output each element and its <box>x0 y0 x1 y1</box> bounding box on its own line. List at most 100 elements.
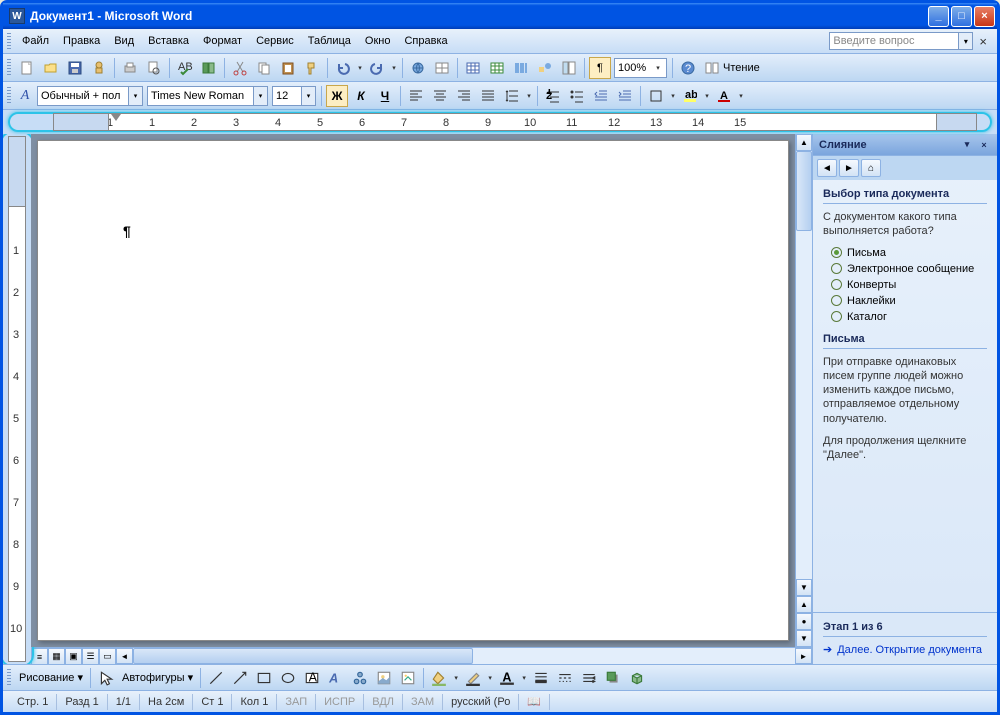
line-color-button[interactable] <box>462 667 484 689</box>
increase-indent-button[interactable] <box>614 85 636 107</box>
text-color-button[interactable]: A <box>496 667 518 689</box>
autoshapes-menu[interactable]: Автофигуры ▾ <box>118 671 197 684</box>
taskpane-close-icon[interactable]: × <box>977 138 991 152</box>
drawing-toolbar-button[interactable] <box>534 57 556 79</box>
oval-button[interactable] <box>277 667 299 689</box>
redo-button[interactable] <box>366 57 388 79</box>
arrow-style-button[interactable] <box>578 667 600 689</box>
shadow-button[interactable] <box>602 667 624 689</box>
format-painter-button[interactable] <box>301 57 323 79</box>
show-formatting-button[interactable]: ¶ <box>589 57 611 79</box>
menu-view[interactable]: Вид <box>107 32 141 50</box>
scroll-left-button[interactable]: ◄ <box>116 648 133 664</box>
help-button[interactable]: ? <box>677 57 699 79</box>
menubar-close-icon[interactable]: × <box>973 34 993 49</box>
paste-button[interactable] <box>277 57 299 79</box>
style-combo[interactable]: ▾ <box>37 86 143 106</box>
wordart-button[interactable]: A <box>325 667 347 689</box>
hscroll-thumb[interactable] <box>133 648 473 664</box>
status-ext[interactable]: ВДЛ <box>364 694 403 710</box>
highlight-dropdown[interactable]: ▾ <box>702 92 712 100</box>
line-color-dropdown[interactable]: ▾ <box>485 674 495 682</box>
size-combo[interactable]: ▾ <box>272 86 316 106</box>
status-rec[interactable]: ЗАП <box>277 694 316 710</box>
drawing-menu[interactable]: Рисование ▾ <box>15 671 87 684</box>
line-spacing-dropdown[interactable]: ▾ <box>524 92 534 100</box>
vertical-ruler[interactable]: 12345678910 <box>8 136 26 662</box>
outline-view-button[interactable]: ☰ <box>82 648 99 664</box>
italic-button[interactable]: К <box>350 85 372 107</box>
option-letters[interactable]: Письма <box>831 247 987 259</box>
option-catalog[interactable]: Каталог <box>831 311 987 323</box>
3d-button[interactable] <box>626 667 648 689</box>
styles-pane-icon[interactable]: A <box>15 86 35 106</box>
clipart-button[interactable] <box>373 667 395 689</box>
status-trk[interactable]: ИСПР <box>316 694 364 710</box>
document-page[interactable]: ¶ <box>37 140 789 641</box>
print-button[interactable] <box>119 57 141 79</box>
menu-edit[interactable]: Правка <box>56 32 107 50</box>
font-color-button[interactable]: A <box>713 85 735 107</box>
font-combo[interactable]: ▾ <box>147 86 268 106</box>
menu-help[interactable]: Справка <box>397 32 454 50</box>
highlight-button[interactable]: ab <box>679 85 701 107</box>
status-language[interactable]: русский (Ро <box>443 694 519 710</box>
fill-color-button[interactable] <box>428 667 450 689</box>
browse-object-button[interactable]: ● <box>796 613 812 630</box>
help-search-input[interactable] <box>829 32 959 50</box>
status-spellcheck-icon[interactable]: 📖 <box>519 694 550 710</box>
browse-prev-button[interactable]: ▲ <box>796 596 812 613</box>
redo-dropdown[interactable]: ▾ <box>389 64 399 72</box>
style-input[interactable] <box>38 87 128 105</box>
borders-button[interactable] <box>645 85 667 107</box>
underline-button[interactable]: Ч <box>374 85 396 107</box>
borders-dropdown[interactable]: ▾ <box>668 92 678 100</box>
columns-button[interactable] <box>510 57 532 79</box>
help-dropdown-icon[interactable]: ▾ <box>959 32 973 50</box>
textbox-button[interactable]: A <box>301 667 323 689</box>
copy-button[interactable] <box>253 57 275 79</box>
align-right-button[interactable] <box>453 85 475 107</box>
reading-view-button[interactable]: ▭ <box>99 648 116 664</box>
spellcheck-button[interactable]: ABC <box>174 57 196 79</box>
undo-button[interactable] <box>332 57 354 79</box>
horizontal-scrollbar[interactable]: ◄ ► <box>116 648 812 664</box>
undo-dropdown[interactable]: ▾ <box>355 64 365 72</box>
menu-format[interactable]: Формат <box>196 32 249 50</box>
scroll-down-button[interactable]: ▼ <box>796 579 812 596</box>
zoom-combo[interactable]: ▾ <box>614 58 667 78</box>
scroll-right-button[interactable]: ► <box>795 648 812 664</box>
nav-forward-button[interactable]: ► <box>839 159 859 177</box>
print-preview-button[interactable] <box>143 57 165 79</box>
nav-home-button[interactable]: ⌂ <box>861 159 881 177</box>
maximize-button[interactable]: □ <box>951 6 972 27</box>
bullets-button[interactable] <box>566 85 588 107</box>
document-map-button[interactable] <box>558 57 580 79</box>
insert-table-button[interactable] <box>462 57 484 79</box>
align-justify-button[interactable] <box>477 85 499 107</box>
nav-back-button[interactable]: ◄ <box>817 159 837 177</box>
permissions-button[interactable] <box>88 57 110 79</box>
save-button[interactable] <box>64 57 86 79</box>
insert-picture-button[interactable] <box>397 667 419 689</box>
fill-color-dropdown[interactable]: ▾ <box>451 674 461 682</box>
menu-tools[interactable]: Сервис <box>249 32 301 50</box>
size-input[interactable] <box>273 87 301 105</box>
font-input[interactable] <box>148 87 253 105</box>
scroll-up-button[interactable]: ▲ <box>796 134 812 151</box>
text-color-dropdown[interactable]: ▾ <box>519 674 529 682</box>
menu-insert[interactable]: Вставка <box>141 32 196 50</box>
menu-file[interactable]: Файл <box>15 32 56 50</box>
normal-view-button[interactable]: ≡ <box>31 648 48 664</box>
line-style-button[interactable] <box>530 667 552 689</box>
dash-style-button[interactable] <box>554 667 576 689</box>
option-labels[interactable]: Наклейки <box>831 295 987 307</box>
line-button[interactable] <box>205 667 227 689</box>
diagram-button[interactable] <box>349 667 371 689</box>
next-step-link[interactable]: ➔Далее. Открытие документа <box>823 643 987 656</box>
option-email[interactable]: Электронное сообщение <box>831 263 987 275</box>
tables-borders-button[interactable] <box>431 57 453 79</box>
reading-layout-button[interactable]: Чтение <box>700 60 764 76</box>
rectangle-button[interactable] <box>253 667 275 689</box>
menu-window[interactable]: Окно <box>358 32 398 50</box>
